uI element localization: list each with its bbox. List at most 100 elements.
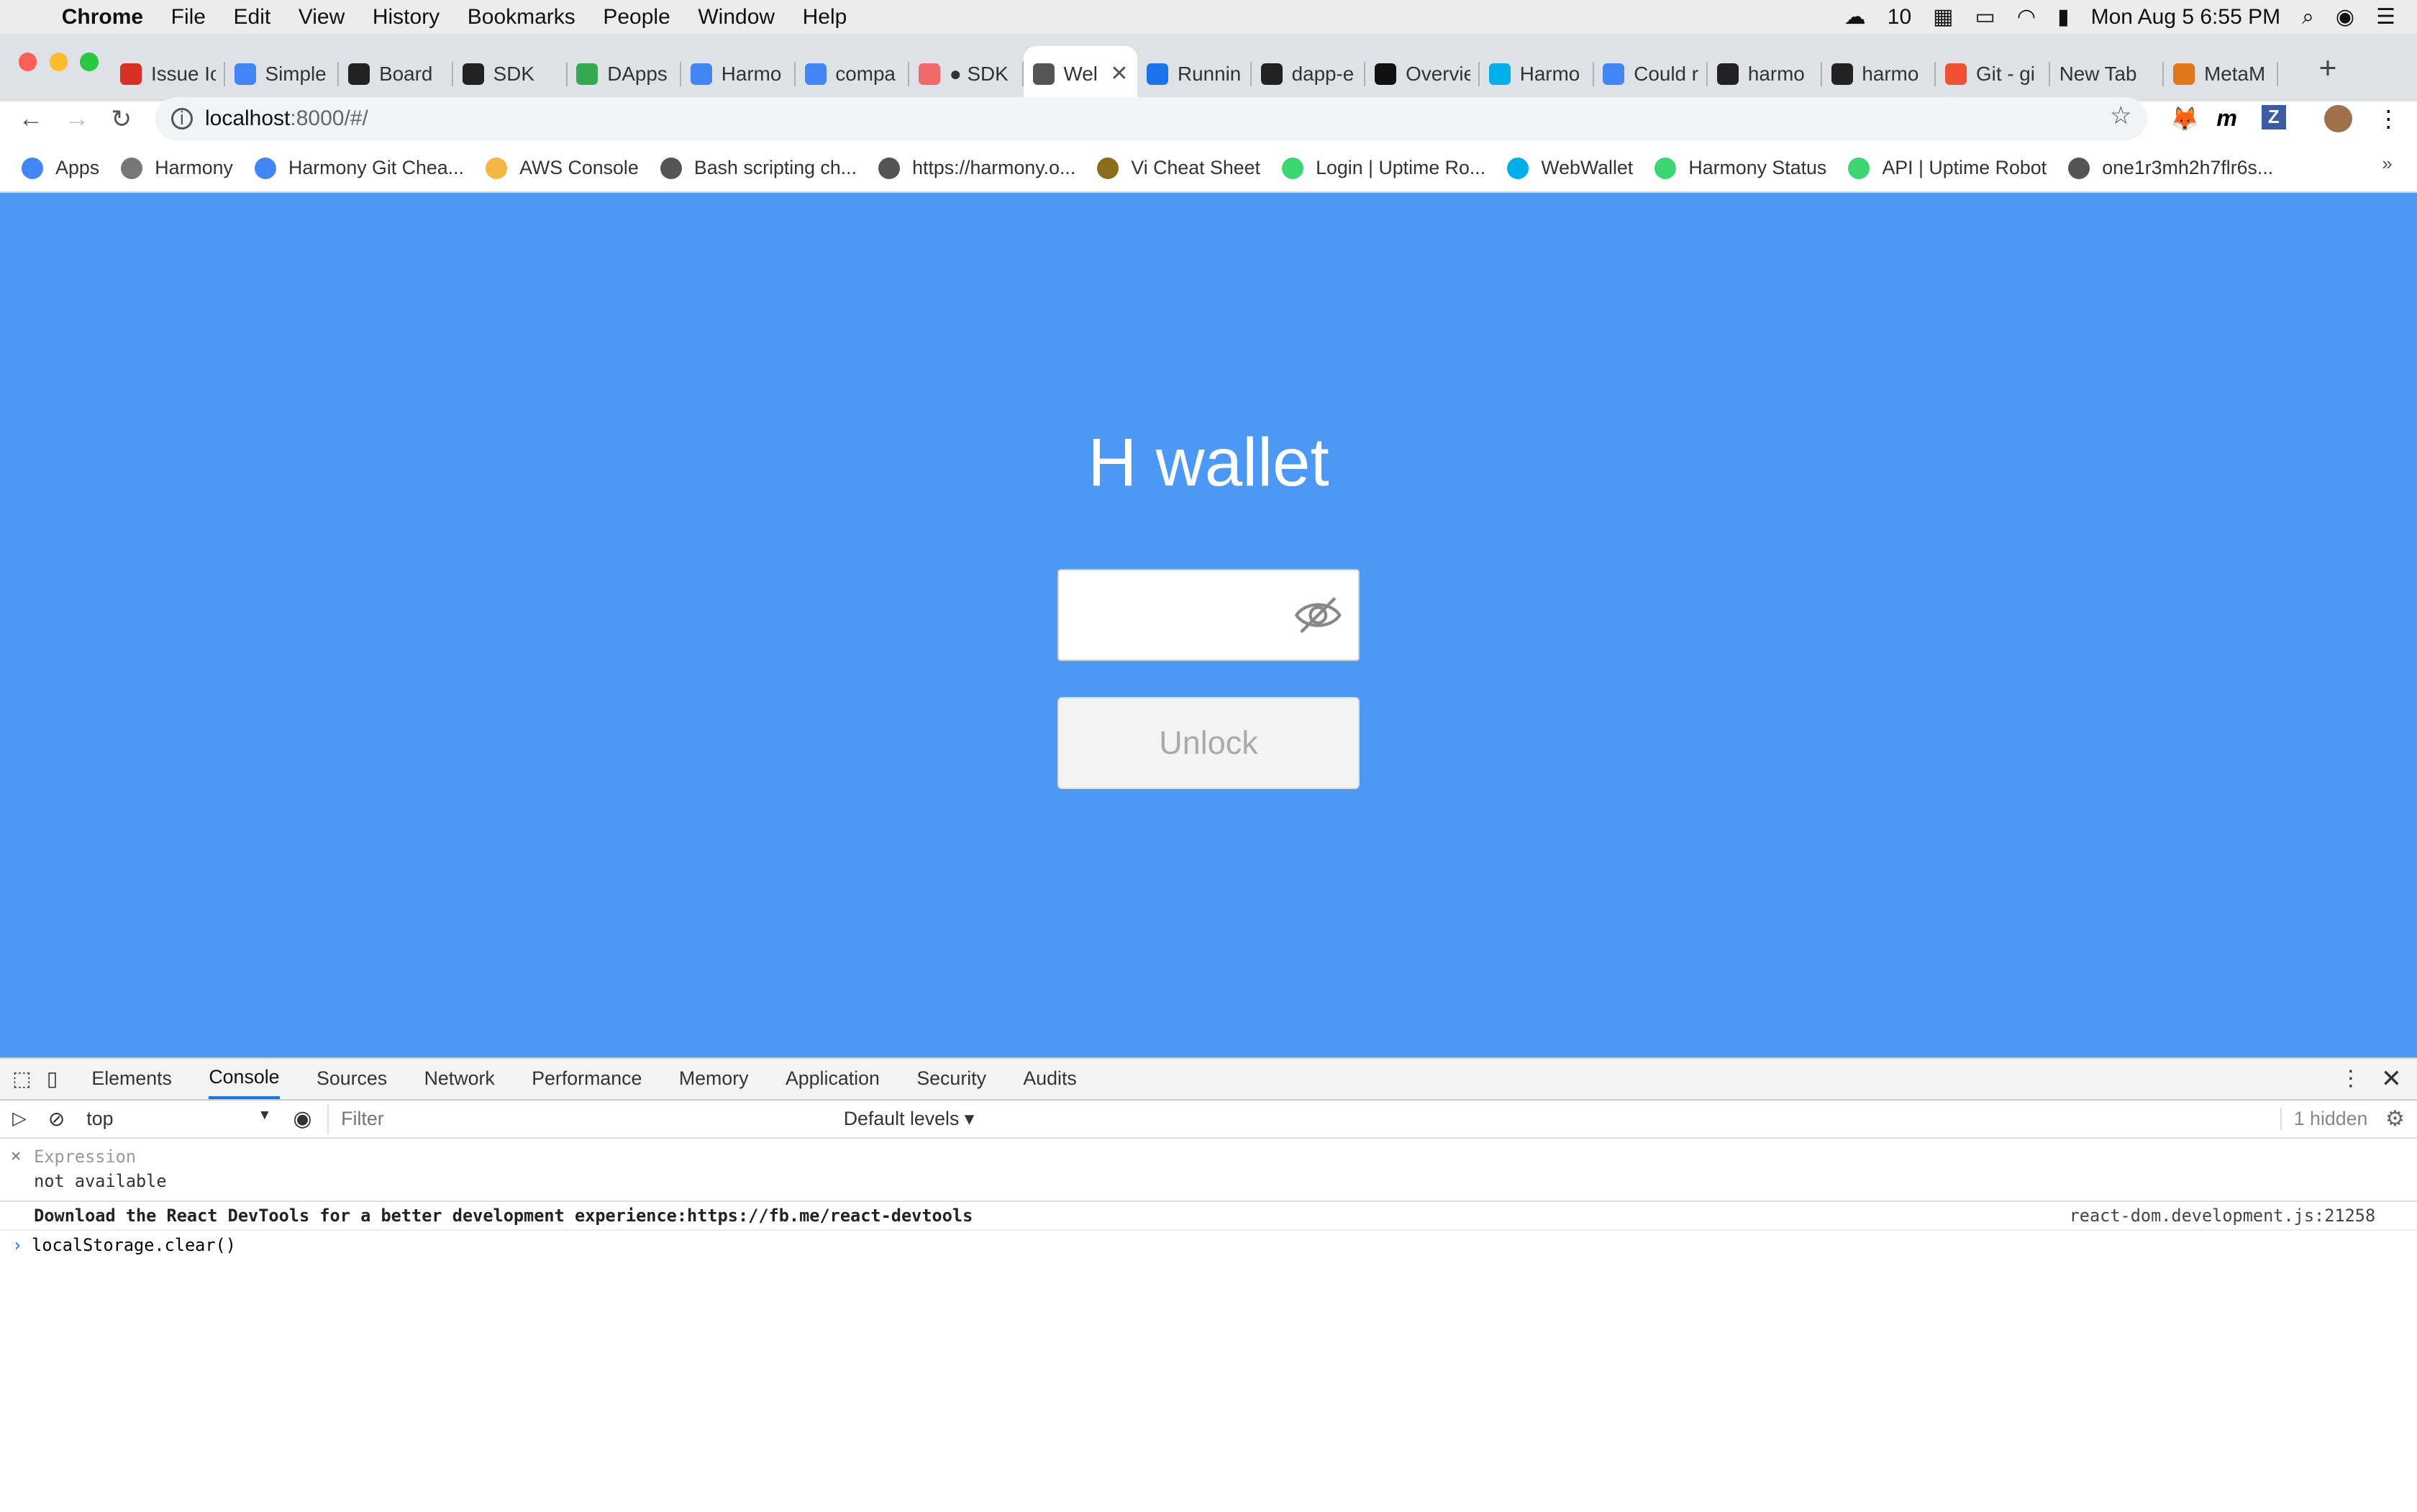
menu-view[interactable]: View xyxy=(299,5,345,29)
password-field[interactable] xyxy=(1057,568,1360,662)
browser-tab[interactable]: New Tab xyxy=(2050,46,2165,101)
close-devtools-icon[interactable]: ✕ xyxy=(2381,1065,2402,1093)
tab-sources[interactable]: Sources xyxy=(317,1059,387,1099)
tab-application[interactable]: Application xyxy=(786,1059,880,1099)
browser-tab[interactable]: Git - gi xyxy=(1936,46,2050,101)
spotlight-search-icon[interactable]: ⌕ xyxy=(2302,5,2314,29)
browser-tab[interactable]: Harmo xyxy=(1480,46,1594,101)
menu-help[interactable]: Help xyxy=(803,5,847,29)
reload-icon[interactable]: ↻ xyxy=(111,105,132,134)
browser-tab[interactable]: Runnin xyxy=(1137,46,1252,101)
menu-history[interactable]: History xyxy=(373,5,440,29)
site-info-icon[interactable]: i xyxy=(170,108,193,129)
browser-tab[interactable]: Overvie xyxy=(1365,46,1480,101)
tab-memory[interactable]: Memory xyxy=(679,1059,749,1099)
tab-console[interactable]: Console xyxy=(209,1059,280,1099)
bookmark-star-icon[interactable]: ☆ xyxy=(2110,101,2132,130)
tab-audits[interactable]: Audits xyxy=(1023,1059,1076,1099)
menu-window[interactable]: Window xyxy=(698,5,775,29)
browser-tab[interactable]: Could r xyxy=(1594,46,1708,101)
bookmark-item[interactable]: API | Uptime Robot xyxy=(1848,157,2047,179)
siri-icon[interactable]: ◉ xyxy=(2336,4,2354,29)
console-input[interactable]: localStorage.clear() xyxy=(32,1235,236,1255)
eye-hidden-icon[interactable] xyxy=(1293,592,1343,638)
bookmark-item[interactable]: Login | Uptime Ro... xyxy=(1281,157,1485,179)
live-expression-eye-icon[interactable]: ◉ xyxy=(293,1106,311,1131)
log-levels-select[interactable]: Default levels ▾ xyxy=(844,1108,975,1130)
browser-tab[interactable]: DApps xyxy=(568,46,682,101)
address-bar[interactable]: i localhost:8000/#/ ☆ xyxy=(155,97,2147,140)
tab-security[interactable]: Security xyxy=(916,1059,986,1099)
tab-performance[interactable]: Performance xyxy=(532,1059,642,1099)
battery-icon[interactable]: ▮ xyxy=(2057,4,2070,29)
console-settings-gear-icon[interactable]: ⚙ xyxy=(2385,1106,2405,1131)
browser-tab[interactable]: SDK xyxy=(453,46,568,101)
password-input[interactable] xyxy=(1074,570,1296,660)
context-select[interactable]: top ▼ xyxy=(86,1108,271,1130)
message-source-link[interactable]: react-dom.development.js:21258 xyxy=(2070,1206,2376,1226)
tab-label: Harmo xyxy=(1519,62,1580,85)
browser-tab[interactable]: Simple xyxy=(225,46,340,101)
bookmark-item[interactable]: Harmony Git Chea... xyxy=(254,157,464,179)
clear-console-icon[interactable]: ⊘ xyxy=(48,1107,65,1131)
new-tab-button[interactable]: + xyxy=(2319,51,2337,86)
bookmark-item[interactable]: Bash scripting ch... xyxy=(660,157,857,179)
tab-network[interactable]: Network xyxy=(424,1059,495,1099)
close-window-button[interactable] xyxy=(18,52,37,71)
chrome-menu-icon[interactable]: ⋮ xyxy=(2377,105,2400,132)
profile-avatar[interactable] xyxy=(2324,104,2352,133)
bookmark-item[interactable]: Harmony Status xyxy=(1654,157,1826,179)
browser-tab[interactable]: dapp-e xyxy=(1252,46,1366,101)
browser-tab[interactable]: harmo xyxy=(1822,46,1936,101)
extension-z-icon[interactable]: Z xyxy=(2261,104,2286,129)
bookmark-item[interactable]: Vi Cheat Sheet xyxy=(1097,157,1260,179)
browser-tab[interactable]: Harmo xyxy=(681,46,796,101)
devtools-menu-icon[interactable]: ⋮ xyxy=(2340,1066,2362,1091)
zoom-window-button[interactable] xyxy=(80,52,99,71)
browser-tab[interactable]: Wel ✕ xyxy=(1023,46,1138,102)
console-filter-input[interactable] xyxy=(327,1103,829,1134)
browser-tab[interactable]: compa xyxy=(796,46,910,101)
menu-bookmarks[interactable]: Bookmarks xyxy=(468,5,575,29)
bookmark-item[interactable]: https://harmony.o... xyxy=(878,157,1075,179)
browser-tab[interactable]: ● SDK xyxy=(909,46,1024,101)
bookmark-item[interactable]: one1r3mh2h7flr6s... xyxy=(2068,157,2273,179)
expression-label[interactable]: Expression xyxy=(34,1147,136,1167)
react-devtools-link[interactable]: https://fb.me/react-devtools xyxy=(687,1206,973,1226)
bookmark-item[interactable]: AWS Console xyxy=(485,157,639,179)
forward-icon[interactable]: → xyxy=(65,105,89,133)
inspect-element-icon[interactable]: ⬚ xyxy=(12,1067,31,1090)
console-prompt[interactable]: › localStorage.clear() xyxy=(0,1231,2417,1259)
browser-tab[interactable]: harmo xyxy=(1708,46,1822,101)
device-toolbar-icon[interactable]: ▯ xyxy=(47,1067,58,1090)
browser-tab[interactable]: Board xyxy=(339,46,453,101)
unlock-button[interactable]: Unlock xyxy=(1057,696,1360,790)
browser-tab[interactable]: MetaM xyxy=(2164,46,2278,101)
airplay-icon[interactable]: ▭ xyxy=(1975,4,1995,29)
bookmark-label: Apps xyxy=(55,157,100,179)
bookmark-item[interactable]: Apps xyxy=(22,157,99,179)
docker-icon[interactable]: ▦ xyxy=(1933,4,1953,29)
remove-expression-icon[interactable]: ✕ xyxy=(11,1145,21,1165)
minimize-window-button[interactable] xyxy=(49,52,68,71)
tab-elements[interactable]: Elements xyxy=(91,1059,172,1099)
context-value: top xyxy=(86,1107,114,1129)
notification-center-icon[interactable]: ☰ xyxy=(2376,4,2395,29)
metamask-extension-icon[interactable]: 🦊 xyxy=(2170,105,2199,132)
browser-tab[interactable]: Issue Ic xyxy=(111,46,225,101)
back-icon[interactable]: ← xyxy=(19,105,43,133)
menu-edit[interactable]: Edit xyxy=(234,5,271,29)
clock[interactable]: Mon Aug 5 6:55 PM xyxy=(2091,5,2281,29)
app-menu[interactable]: Chrome xyxy=(62,5,143,29)
wifi-icon[interactable]: ◠ xyxy=(2017,4,2036,29)
wechat-icon[interactable]: ☁ xyxy=(1844,4,1866,29)
bookmark-item[interactable]: Harmony xyxy=(121,157,233,179)
bookmarks-overflow-icon[interactable]: » xyxy=(2382,154,2392,175)
extension-m-icon[interactable]: m xyxy=(2216,105,2237,132)
bookmark-icon xyxy=(1097,157,1119,179)
sidebar-toggle-icon[interactable]: ▷ xyxy=(12,1108,27,1129)
menu-people[interactable]: People xyxy=(603,5,670,29)
close-tab-icon[interactable]: ✕ xyxy=(1110,61,1128,86)
bookmark-item[interactable]: WebWallet xyxy=(1507,157,1633,179)
menu-file[interactable]: File xyxy=(171,5,206,29)
